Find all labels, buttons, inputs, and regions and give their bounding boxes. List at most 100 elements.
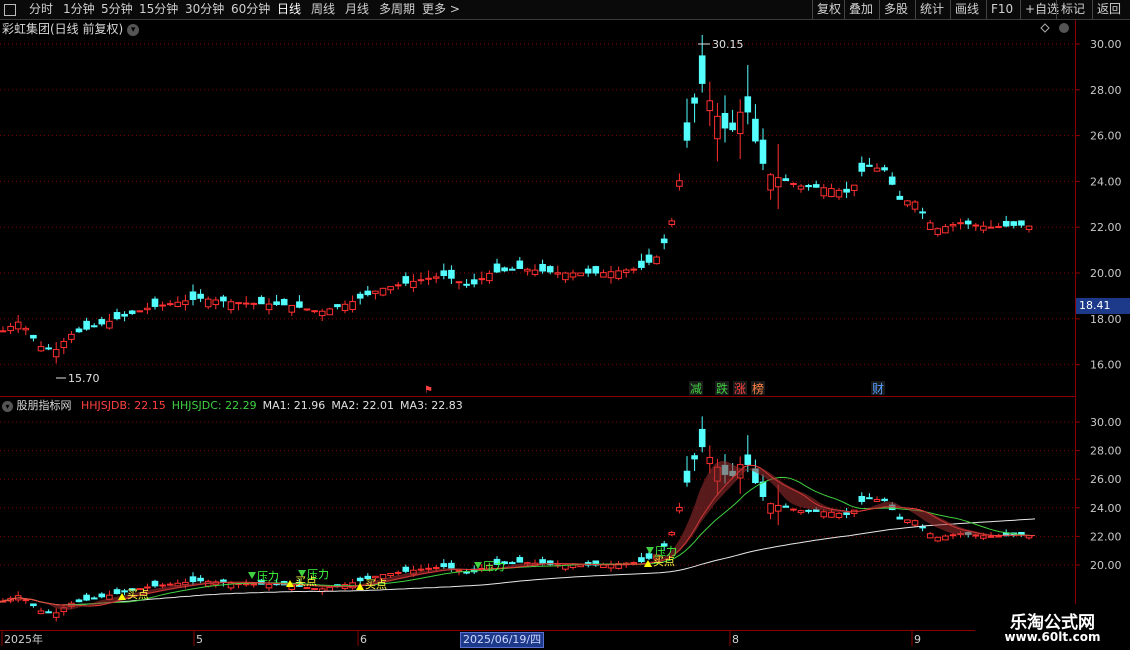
signal-label: 压力 (257, 570, 279, 583)
ind-candle (645, 553, 653, 559)
ind-candle (782, 505, 790, 508)
ind-candle (828, 511, 835, 518)
main-candle (660, 238, 668, 244)
main-candle (987, 226, 995, 229)
ind-candle (37, 610, 45, 615)
main-candle (668, 220, 676, 225)
event-marker: 涨 (734, 381, 746, 396)
ind-candle (987, 535, 995, 538)
signal-label: 压力 (483, 560, 505, 573)
ind-candle (311, 588, 318, 591)
main-candle (204, 298, 212, 308)
event-marker: 财 (872, 382, 884, 396)
main-candle (691, 97, 698, 104)
main-candle (311, 310, 318, 313)
main-candle (508, 268, 516, 271)
ind-candle (630, 562, 638, 565)
main-candle (106, 320, 113, 329)
ind-candle (265, 583, 273, 589)
main-candle (531, 269, 539, 275)
main-candle (592, 266, 600, 274)
main-candle (942, 226, 949, 234)
main-candle (356, 293, 364, 299)
main-candle (242, 302, 250, 305)
ind-candle (638, 557, 645, 563)
ind-candle (744, 454, 752, 465)
small-event-marker: ⚑ (424, 385, 433, 396)
ind-candle (432, 566, 440, 569)
ind-candle (835, 512, 843, 518)
ind-candle (22, 599, 30, 602)
ind-candle (98, 593, 106, 598)
ind-candle (166, 583, 174, 586)
event-marker: 榜 (752, 381, 764, 396)
main-candle (706, 100, 714, 112)
main-candle (68, 333, 75, 340)
main-candle (683, 122, 691, 141)
ind-candle (516, 557, 524, 563)
main-candle (197, 293, 204, 299)
main-candle (866, 164, 873, 167)
main-candle (949, 224, 957, 227)
ind-candle (911, 520, 919, 526)
main-candle (280, 298, 288, 306)
main-candle (653, 256, 660, 265)
ind-candle (919, 526, 926, 529)
y-tick-label: 24.00 (1090, 175, 1122, 188)
main-candle (30, 334, 37, 339)
ind-candle (676, 506, 683, 512)
kline-chart[interactable]: 30.00 28.00 26.00 24.00 22.00 20.00 18.00 16.00… (0, 0, 1130, 650)
main-candle (622, 269, 630, 273)
ind-candle (159, 584, 166, 587)
min-price-label: 15.70 (68, 372, 100, 385)
main-candle (402, 276, 410, 284)
main-candle (364, 290, 372, 296)
main-candle (546, 266, 554, 273)
y-tick-label: 20.00 (1090, 559, 1122, 572)
main-candle (812, 184, 820, 188)
ind-candle (706, 456, 714, 465)
main-candle (182, 300, 189, 306)
main-candle (516, 260, 524, 269)
ind-candle (843, 512, 850, 515)
main-candle (721, 112, 729, 129)
main-candle (584, 268, 592, 274)
main-candle (486, 272, 493, 282)
main-candle (37, 346, 45, 352)
main-candle (729, 122, 736, 131)
y-tick-label: 26.00 (1090, 473, 1122, 486)
signal-label: 买点 (295, 575, 317, 588)
ind-candle (691, 455, 698, 460)
main-candle (964, 220, 972, 225)
main-candle (144, 307, 151, 311)
main-candle (782, 178, 790, 182)
ind-candle (356, 577, 364, 582)
ind-candle (873, 499, 881, 502)
main-candle (843, 188, 850, 193)
main-candle (478, 278, 486, 281)
signal-arrow (646, 547, 654, 554)
y-tick-label: 28.00 (1090, 84, 1122, 97)
main-candle (227, 301, 235, 311)
y-tick-label: 20.00 (1090, 267, 1122, 280)
ind-candle (30, 603, 37, 607)
main-candle (607, 271, 615, 279)
ind-candle (189, 576, 197, 583)
y-tick-label: 18.00 (1090, 313, 1122, 326)
signal-label: 买点 (365, 578, 387, 591)
main-candle (835, 189, 843, 198)
main-candle (577, 272, 584, 277)
y-tick-label: 22.00 (1090, 530, 1122, 543)
main-candle (805, 185, 812, 188)
main-candle (417, 279, 425, 282)
main-candle (1010, 221, 1018, 226)
main-candle (212, 299, 220, 306)
main-candle (911, 201, 919, 210)
main-candle (265, 303, 273, 311)
main-candle (767, 174, 774, 191)
main-candle (615, 270, 622, 279)
ind-candle (926, 533, 934, 539)
main-candle (926, 222, 934, 230)
main-candle (136, 310, 144, 313)
main-candle (744, 96, 752, 113)
